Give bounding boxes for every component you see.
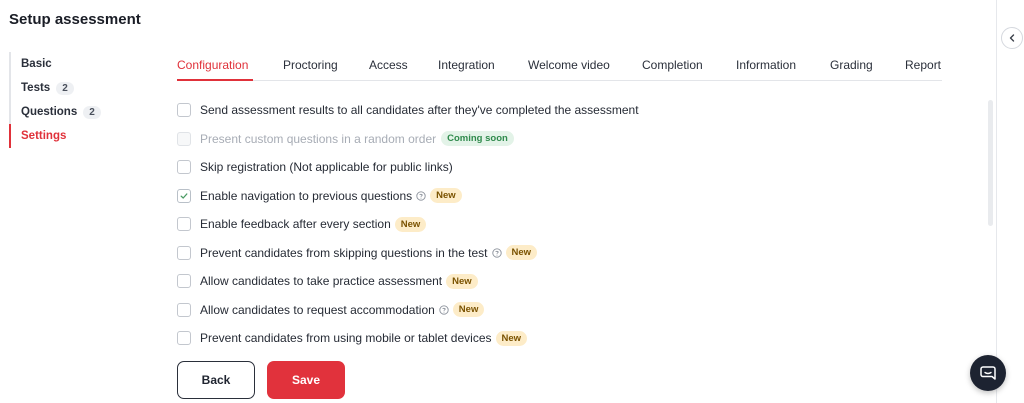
back-button[interactable]: Back (177, 361, 255, 399)
option-label: Send assessment results to all candidate… (200, 103, 639, 118)
tab-proctoring[interactable]: Proctoring (283, 58, 338, 72)
coming-soon-badge: Coming soon (441, 131, 514, 147)
sidebar-item-basic[interactable]: Basic (9, 52, 139, 76)
check-icon (180, 193, 188, 199)
option-label: Enable feedback after every section (200, 217, 391, 232)
option-request-accommodation: Allow candidates to request accommodatio… (177, 296, 977, 325)
option-label: Prevent candidates from skipping questio… (200, 245, 488, 260)
tab-information[interactable]: Information (736, 58, 796, 72)
question-circle-icon[interactable] (439, 305, 449, 315)
collapse-panel-button[interactable] (1001, 27, 1023, 49)
sidebar-item-label: Basic (21, 58, 52, 70)
tab-integration[interactable]: Integration (438, 58, 495, 72)
sidebar-item-settings[interactable]: Settings (9, 124, 139, 148)
new-badge: New (505, 245, 538, 261)
sidebar-item-label: Questions (21, 106, 78, 118)
count-badge: 2 (83, 105, 101, 119)
chevron-left-icon (1009, 34, 1015, 42)
option-enable-navigation: Enable navigation to previous questions … (177, 182, 977, 211)
checkbox[interactable] (177, 188, 191, 203)
chat-bubble-icon (980, 366, 996, 380)
scrollbar[interactable] (988, 100, 993, 226)
checkbox[interactable] (177, 160, 191, 175)
save-button[interactable]: Save (267, 361, 345, 399)
checkbox[interactable] (177, 217, 191, 232)
option-label: Allow candidates to take practice assess… (200, 274, 443, 289)
settings-options-list: Send assessment results to all candidate… (177, 96, 977, 353)
checkbox[interactable] (177, 331, 191, 346)
option-prevent-mobile: Prevent candidates from using mobile or … (177, 324, 977, 353)
count-badge: 2 (56, 81, 74, 95)
new-badge: New (452, 302, 485, 318)
active-tab-indicator (177, 79, 253, 81)
option-label: Allow candidates to request accommodatio… (200, 302, 435, 317)
tab-completion[interactable]: Completion (642, 58, 703, 72)
checkbox[interactable] (177, 274, 191, 289)
option-prevent-skipping: Prevent candidates from skipping questio… (177, 239, 977, 268)
tab-configuration[interactable]: Configuration (177, 58, 248, 72)
option-practice-assessment: Allow candidates to take practice assess… (177, 267, 977, 296)
checkbox (177, 131, 191, 146)
sidebar-item-tests[interactable]: Tests 2 (9, 76, 139, 100)
tab-welcome-video[interactable]: Welcome video (528, 58, 610, 72)
checkbox[interactable] (177, 245, 191, 260)
checkbox[interactable] (177, 302, 191, 317)
option-enable-feedback: Enable feedback after every section New (177, 210, 977, 239)
option-label: Enable navigation to previous questions (200, 188, 413, 203)
checkbox[interactable] (177, 103, 191, 118)
option-label: Skip registration (Not applicable for pu… (200, 160, 453, 175)
option-random-order: Present custom questions in a random ord… (177, 125, 977, 154)
new-badge: New (446, 273, 478, 289)
right-panel-divider (996, 0, 997, 403)
sidebar-item-label: Tests (21, 82, 51, 94)
page-title: Setup assessment (9, 11, 141, 28)
sidebar-nav: Basic Tests 2 Questions 2 Settings (9, 52, 139, 148)
option-skip-registration: Skip registration (Not applicable for pu… (177, 153, 977, 182)
tab-report[interactable]: Report (905, 58, 941, 72)
new-badge: New (495, 330, 528, 346)
option-label: Present custom questions in a random ord… (200, 131, 437, 146)
new-badge: New (430, 188, 462, 204)
settings-tabs: Configuration Proctoring Access Integrat… (177, 53, 942, 81)
sidebar-item-questions[interactable]: Questions 2 (9, 100, 139, 124)
option-send-results: Send assessment results to all candidate… (177, 96, 977, 125)
option-label: Prevent candidates from using mobile or … (200, 331, 492, 346)
new-badge: New (394, 216, 427, 232)
question-circle-icon[interactable] (416, 191, 426, 201)
question-circle-icon[interactable] (491, 248, 502, 258)
sidebar-item-label: Settings (21, 130, 67, 142)
tab-access[interactable]: Access (369, 58, 408, 72)
chat-launcher-button[interactable] (970, 355, 1006, 391)
tab-grading[interactable]: Grading (830, 58, 873, 72)
